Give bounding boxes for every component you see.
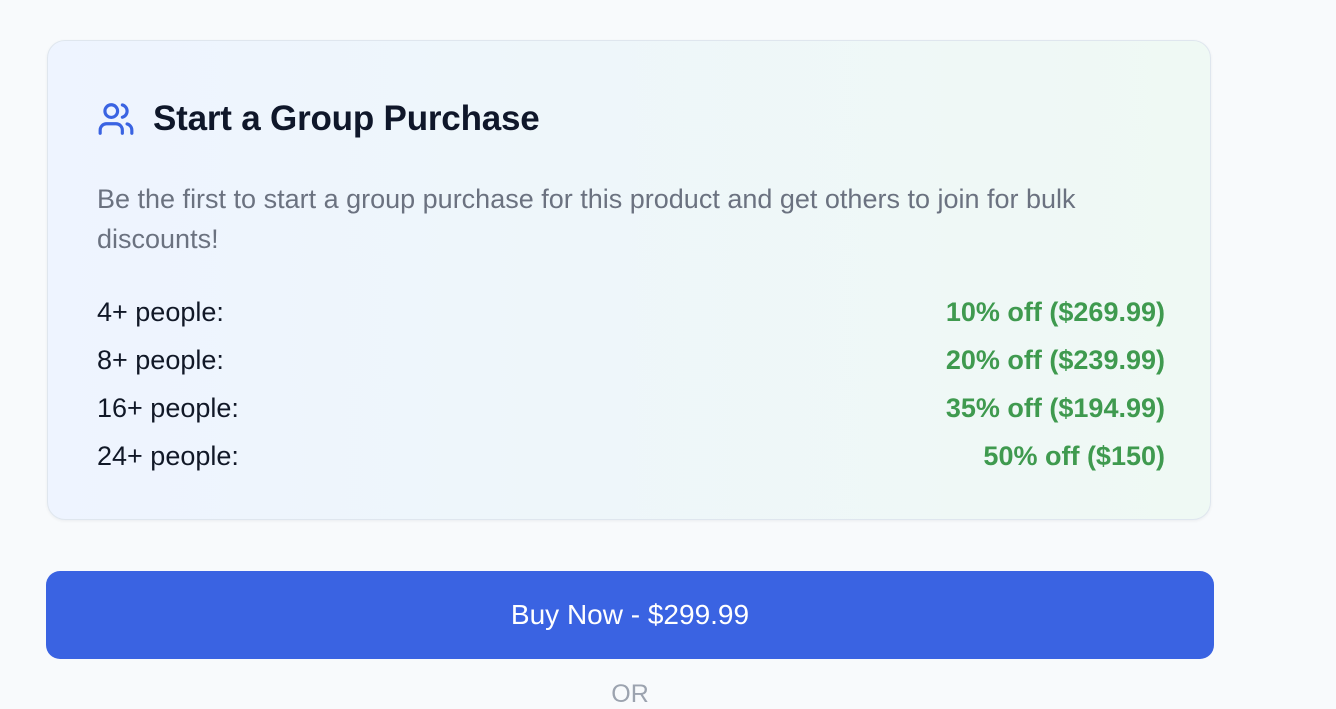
card-title: Start a Group Purchase (153, 99, 540, 138)
discount-tier-row: 24+ people: 50% off ($150) (97, 432, 1165, 480)
tier-discount: 20% off ($239.99) (945, 344, 1165, 375)
users-icon (97, 100, 135, 138)
group-purchase-card: Start a Group Purchase Be the first to s… (47, 40, 1211, 520)
buy-now-button[interactable]: Buy Now - $299.99 (46, 571, 1214, 659)
tier-label: 24+ people: (97, 440, 239, 471)
tier-discount: 50% off ($150) (983, 440, 1165, 471)
tier-label: 4+ people: (97, 296, 224, 327)
tier-label: 16+ people: (97, 392, 239, 423)
tier-discount: 10% off ($269.99) (945, 296, 1165, 327)
discount-tier-row: 16+ people: 35% off ($194.99) (97, 384, 1165, 432)
card-header: Start a Group Purchase (97, 99, 540, 139)
card-description: Be the first to start a group purchase f… (97, 184, 1076, 254)
discount-tier-list: 4+ people: 10% off ($269.99) 8+ people: … (97, 288, 1165, 480)
tier-discount: 35% off ($194.99) (945, 392, 1165, 423)
tier-label: 8+ people: (97, 344, 224, 375)
discount-tier-row: 4+ people: 10% off ($269.99) (97, 288, 1165, 336)
or-divider: OR (611, 680, 649, 708)
discount-tier-row: 8+ people: 20% off ($239.99) (97, 336, 1165, 384)
